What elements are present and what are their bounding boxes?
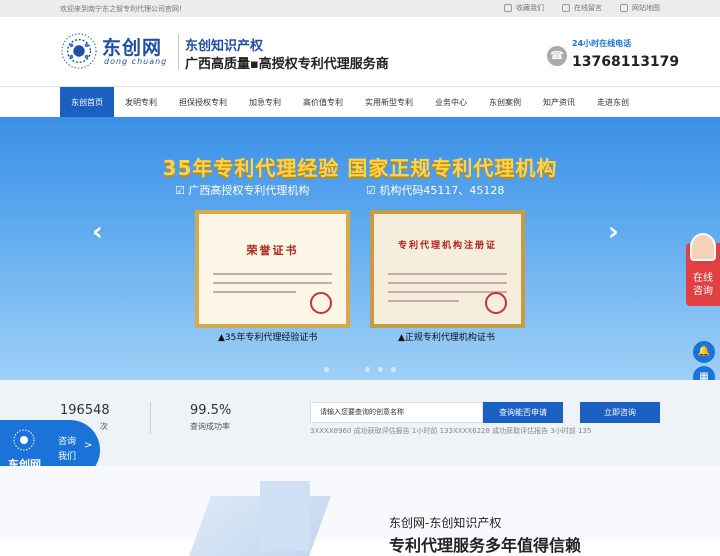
nav-item-utility[interactable]: 实用新型专利 [356,87,422,118]
stat-divider [150,402,151,434]
slogan-service: 广西高质量▪高授权专利代理服务商 [185,57,389,72]
consult-line-2: 我们 [58,452,77,462]
phone-icon: ☎ [547,46,567,66]
top-links: 收藏我们 在线留言 网站地图 [504,3,660,13]
prev-slide-icon[interactable]: ‹ [92,217,103,247]
idea-search-input[interactable]: 请输入您要查询的创意名称 [310,402,483,423]
banner-feature-2: ☑ 机构代码45117、45128 [366,184,505,197]
registration-certificate: 专利代理机构注册证 [370,210,525,328]
sitemap-link[interactable]: 网站地图 [620,3,660,13]
query-count: 196548 [60,403,110,418]
nav-item-cases[interactable]: 东创案例 [478,87,532,118]
nav-item-urgent[interactable]: 加急专利 [238,87,292,118]
report-ticker: 3XXXX8960 成功获取评估报告 1小时前 133XXXX6228 成功获取… [310,427,592,435]
message-icon [562,4,570,12]
success-rate-label: 查询成功率 [190,422,230,431]
intro-title: 东创网-东创知识产权 [389,516,502,530]
slide-dot[interactable] [324,367,329,372]
caption-honor: ▲35年专利代理经验证书 [218,333,318,343]
banner-feature-1: ☑ 广西高授权专利代理机构 [175,184,310,197]
hero-banner: 35年专利代理经验 国家正规专利代理机构 ☑ 广西高授权专利代理机构 ☑ 机构代… [0,117,720,380]
slide-dot[interactable] [365,367,370,372]
star-icon [504,4,512,12]
sitemap-label: 网站地图 [632,4,660,12]
success-rate: 99.5% [190,403,232,418]
cert-title-registration: 专利代理机构注册证 [397,241,497,251]
globe-logo-icon [13,429,35,451]
favorite-link[interactable]: 收藏我们 [504,3,544,13]
slide-dot-active[interactable] [346,367,351,372]
nav-item-news[interactable]: 知产资讯 [532,87,586,118]
seal-icon [310,292,332,314]
float-chat-label: 在线 咨询 [690,272,716,298]
nav-item-high-value[interactable]: 高价值专利 [294,87,352,118]
sitemap-icon [620,4,628,12]
welcome-text: 欢迎来到南宁东之智专利代理公司官网! [60,5,182,13]
main-nav: 东创首页 发明专利 担保授权专利 加急专利 高价值专利 实用新型专利 业务中心 … [0,86,720,118]
slogan-brand: 东创知识产权 [185,39,264,54]
float-line-2: 咨询 [693,286,713,297]
bell-icon[interactable]: 🔔 [693,341,715,363]
stats-band: 196548 次 99.5% 查询成功率 请输入您要查询的创意名称 查询能否申请… [0,380,720,466]
logo-divider [178,34,179,70]
avatar [690,233,716,261]
float-line-1: 在线 [693,273,713,284]
top-bar: 欢迎来到南宁东之智专利代理公司官网! 收藏我们 在线留言 网站地图 [0,0,720,17]
consult-line-1: 咨询 [58,437,77,447]
nav-item-home[interactable]: 东创首页 [60,87,114,118]
nav-item-invention[interactable]: 发明专利 [114,87,168,118]
site-header: 东创网 dong chuang 东创知识产权 广西高质量▪高授权专利代理服务商 … [0,17,720,86]
slide-dot[interactable] [378,367,383,372]
query-count-label: 次 [100,422,108,431]
next-slide-icon[interactable]: › [608,217,619,247]
message-label: 在线留言 [574,4,602,12]
seal-icon [485,292,507,314]
slide-dot[interactable] [391,367,396,372]
intro-section: 东创网-东创知识产权 专利代理服务多年值得信赖 [0,466,720,556]
logo-text[interactable]: 东创网 [102,33,162,60]
caption-registration: ▲正规专利代理机构证书 [398,333,495,343]
favorite-label: 收藏我们 [516,4,544,12]
nav-item-guaranteed[interactable]: 担保授权专利 [170,87,236,118]
banner-title: 35年专利代理经验 国家正规专利代理机构 [162,156,558,180]
message-link[interactable]: 在线留言 [562,3,602,13]
globe-logo-icon[interactable] [60,32,98,70]
phone-label: 24小时在线电话 [572,39,632,48]
consult-now-button[interactable]: 立即咨询 [580,402,660,423]
intro-subtitle: 专利代理服务多年值得信赖 [389,536,582,555]
check-apply-button[interactable]: 查询能否申请 [483,402,563,423]
decorative-shape [260,481,310,551]
nav-item-about[interactable]: 走进东创 [586,87,640,118]
honor-certificate: 荣誉证书 [195,210,350,328]
phone-number: 13768113179 [572,54,680,70]
nav-item-business[interactable]: 业务中心 [424,87,478,118]
cert-title-honor: 荣誉证书 [246,244,299,257]
logo-pinyin: dong chuang [104,57,168,66]
online-consult-float[interactable]: 在线 咨询 [686,233,720,306]
chevron-right-icon: > [84,440,93,451]
